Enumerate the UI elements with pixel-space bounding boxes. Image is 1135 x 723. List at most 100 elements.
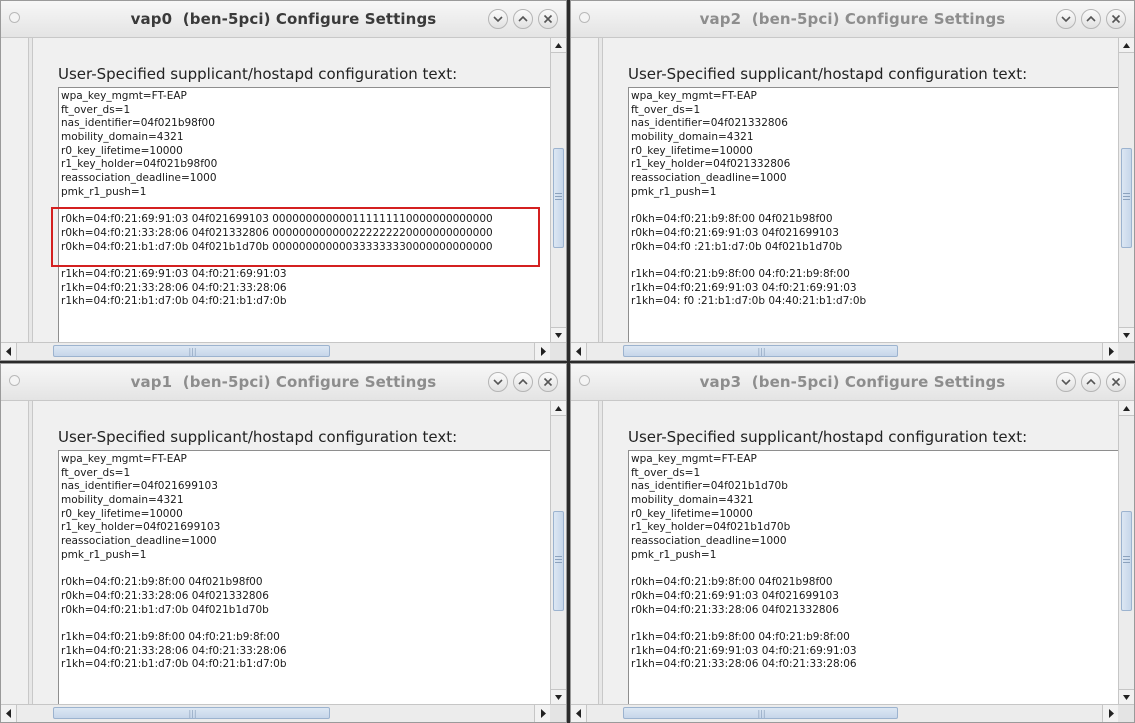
- window-content: User-Specified supplicant/hostapd config…: [1, 401, 566, 722]
- config-line: pmk_r1_push=1: [631, 548, 717, 561]
- window-title: vap2 (ben-5pci) Configure Settings: [699, 10, 1006, 28]
- config-line: r1kh=04:f0:21:b1:d7:0b 04:f0:21:b1:d7:0b: [61, 295, 287, 308]
- horizontal-scroll-thumb[interactable]: |||: [623, 707, 898, 719]
- config-line: r0kh=04:f0 :21:b1:d7:0b 04f021b1d70b: [631, 240, 843, 253]
- config-line: r0kh=04:f0:21:33:28:06 04f021332806: [631, 603, 839, 616]
- vertical-scrollbar[interactable]: [550, 38, 566, 342]
- horizontal-scroll-thumb[interactable]: |||: [53, 345, 330, 357]
- config-window-vap1[interactable]: vap1 (ben-5pci) Configure Settings User-S…: [0, 363, 567, 723]
- config-line: pmk_r1_push=1: [61, 548, 147, 561]
- config-line: r1_key_holder=04f021b98f00: [61, 158, 218, 171]
- minimize-icon[interactable]: [488, 9, 508, 29]
- scroll-corner: [550, 705, 566, 722]
- scroll-right-arrow-icon[interactable]: [534, 343, 550, 360]
- vertical-scroll-thumb[interactable]: [1121, 511, 1132, 611]
- config-line: r1kh=04:f0:21:b1:d7:0b 04:f0:21:b1:d7:0b: [61, 658, 287, 671]
- vertical-scroll-thumb[interactable]: [553, 511, 564, 611]
- minimize-icon[interactable]: [1056, 372, 1076, 392]
- config-textarea[interactable]: wpa_key_mgmt=FT-EAP ft_over_ds=1 nas_ident…: [58, 450, 551, 706]
- config-textarea[interactable]: wpa_key_mgmt=FT-EAP ft_over_ds=1 nas_ident…: [628, 87, 1119, 343]
- panel-divider: [28, 401, 33, 704]
- scroll-right-arrow-icon[interactable]: [534, 705, 550, 722]
- config-textarea[interactable]: wpa_key_mgmt=FT-EAP ft_over_ds=1 nas_ident…: [628, 450, 1119, 706]
- config-line: r0kh=04:f0:21:33:28:06 04f021332806: [61, 589, 269, 602]
- config-line: [61, 617, 550, 631]
- horizontal-scrollbar[interactable]: |||: [571, 704, 1134, 722]
- minimize-icon[interactable]: [488, 372, 508, 392]
- close-icon[interactable]: [538, 9, 558, 29]
- config-line: pmk_r1_push=1: [631, 185, 717, 198]
- config-window-vap2[interactable]: vap2 (ben-5pci) Configure Settings User-S…: [570, 0, 1135, 361]
- config-line: r1_key_holder=04f021b1d70b: [631, 521, 791, 534]
- config-line: reassociation_deadline=1000: [631, 172, 787, 185]
- horizontal-scroll-thumb[interactable]: |||: [53, 707, 330, 719]
- window-content: User-Specified supplicant/hostapd config…: [571, 401, 1134, 722]
- title-bar[interactable]: vap2 (ben-5pci) Configure Settings: [571, 1, 1134, 38]
- vertical-scrollbar[interactable]: [1118, 401, 1134, 704]
- maximize-icon[interactable]: [1081, 9, 1101, 29]
- highlight-box: [51, 207, 540, 267]
- scroll-left-arrow-icon[interactable]: [571, 343, 587, 360]
- vertical-scrollbar[interactable]: [1118, 38, 1134, 342]
- scroll-corner: [1118, 343, 1134, 360]
- scroll-right-arrow-icon[interactable]: [1102, 705, 1118, 722]
- config-line: mobility_domain=4321: [631, 494, 754, 507]
- title-bar[interactable]: vap1 (ben-5pci) Configure Settings: [1, 364, 566, 401]
- maximize-icon[interactable]: [513, 372, 533, 392]
- config-line: r1kh=04:f0:21:33:28:06 04:f0:21:33:28:06: [61, 644, 287, 657]
- config-line: r1kh=04:f0:21:b9:8f:00 04:f0:21:b9:8f:00: [61, 630, 280, 643]
- window-title: vap1 (ben-5pci) Configure Settings: [130, 373, 437, 391]
- config-window-vap3[interactable]: vap3 (ben-5pci) Configure Settings User-S…: [570, 363, 1135, 723]
- config-line: nas_identifier=04f021699103: [61, 480, 218, 493]
- scroll-down-arrow-icon[interactable]: [551, 689, 566, 704]
- maximize-icon[interactable]: [1081, 372, 1101, 392]
- config-line: r1kh=04:f0:21:33:28:06 04:f0:21:33:28:06: [61, 281, 287, 294]
- scroll-down-arrow-icon[interactable]: [551, 327, 566, 342]
- scroll-corner: [1118, 705, 1134, 722]
- scroll-left-arrow-icon[interactable]: [1, 343, 17, 360]
- vertical-scroll-thumb[interactable]: [553, 148, 564, 248]
- config-line: r0_key_lifetime=10000: [61, 144, 183, 157]
- scroll-up-arrow-icon[interactable]: [551, 401, 566, 416]
- horizontal-scroll-thumb[interactable]: |||: [623, 345, 898, 357]
- panel-divider: [598, 401, 603, 704]
- scroll-right-arrow-icon[interactable]: [1102, 343, 1118, 360]
- config-window-vap0[interactable]: vap0 (ben-5pci) Configure Settings User-S…: [0, 0, 567, 361]
- config-line: r0kh=04:f0:21:b9:8f:00 04f021b98f00: [631, 213, 833, 226]
- scroll-left-arrow-icon[interactable]: [571, 705, 587, 722]
- close-icon[interactable]: [538, 372, 558, 392]
- scroll-down-arrow-icon[interactable]: [1119, 689, 1134, 704]
- close-icon[interactable]: [1106, 372, 1126, 392]
- config-line: reassociation_deadline=1000: [631, 535, 787, 548]
- title-bar[interactable]: vap0 (ben-5pci) Configure Settings: [1, 1, 566, 38]
- config-line: mobility_domain=4321: [631, 131, 754, 144]
- horizontal-scrollbar[interactable]: |||: [1, 704, 566, 722]
- scroll-up-arrow-icon[interactable]: [551, 38, 566, 53]
- scroll-grip-icon: |||: [757, 709, 766, 718]
- config-line: ft_over_ds=1: [61, 466, 131, 479]
- config-line: r1kh=04:f0:21:b9:8f:00 04:f0:21:b9:8f:00: [631, 630, 850, 643]
- horizontal-scrollbar[interactable]: |||: [571, 342, 1134, 360]
- config-line: mobility_domain=4321: [61, 494, 184, 507]
- scroll-up-arrow-icon[interactable]: [1119, 38, 1134, 53]
- config-line: r1_key_holder=04f021332806: [631, 158, 791, 171]
- title-bar[interactable]: vap3 (ben-5pci) Configure Settings: [571, 364, 1134, 401]
- vertical-scrollbar[interactable]: [550, 401, 566, 704]
- horizontal-scrollbar[interactable]: |||: [1, 342, 566, 360]
- config-line: wpa_key_mgmt=FT-EAP: [61, 90, 187, 102]
- vertical-scroll-thumb[interactable]: [1121, 148, 1132, 248]
- scroll-grip-icon: |||: [757, 347, 766, 356]
- scroll-down-arrow-icon[interactable]: [1119, 327, 1134, 342]
- maximize-icon[interactable]: [513, 9, 533, 29]
- config-line: nas_identifier=04f021b1d70b: [631, 480, 788, 493]
- window-title: vap0 (ben-5pci) Configure Settings: [130, 10, 437, 28]
- config-line: nas_identifier=04f021b98f00: [61, 117, 215, 130]
- config-line: r0_key_lifetime=10000: [61, 507, 183, 520]
- close-icon[interactable]: [1106, 9, 1126, 29]
- scroll-grip-icon: |||: [188, 709, 197, 718]
- config-line: r0kh=04:f0:21:b9:8f:00 04f021b98f00: [631, 576, 833, 589]
- scroll-left-arrow-icon[interactable]: [1, 705, 17, 722]
- scroll-up-arrow-icon[interactable]: [1119, 401, 1134, 416]
- scroll-grip-icon: |||: [188, 347, 197, 356]
- minimize-icon[interactable]: [1056, 9, 1076, 29]
